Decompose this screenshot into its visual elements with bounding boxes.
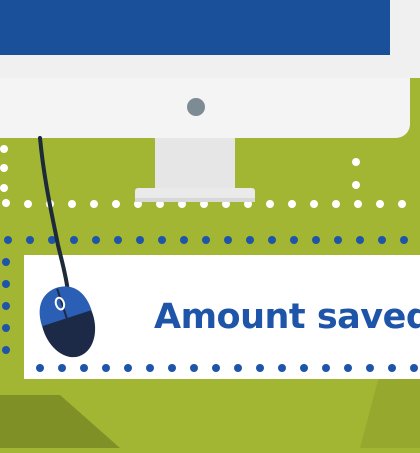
monitor xyxy=(0,0,420,138)
amount-saved-label: Amount saved xyxy=(154,297,420,337)
background-shadow xyxy=(0,395,120,448)
illustration: Amount saved xyxy=(0,0,420,448)
monitor-stand xyxy=(135,135,255,202)
monitor-screen xyxy=(0,0,390,55)
scene-svg xyxy=(0,0,420,448)
power-button-icon xyxy=(187,98,205,116)
